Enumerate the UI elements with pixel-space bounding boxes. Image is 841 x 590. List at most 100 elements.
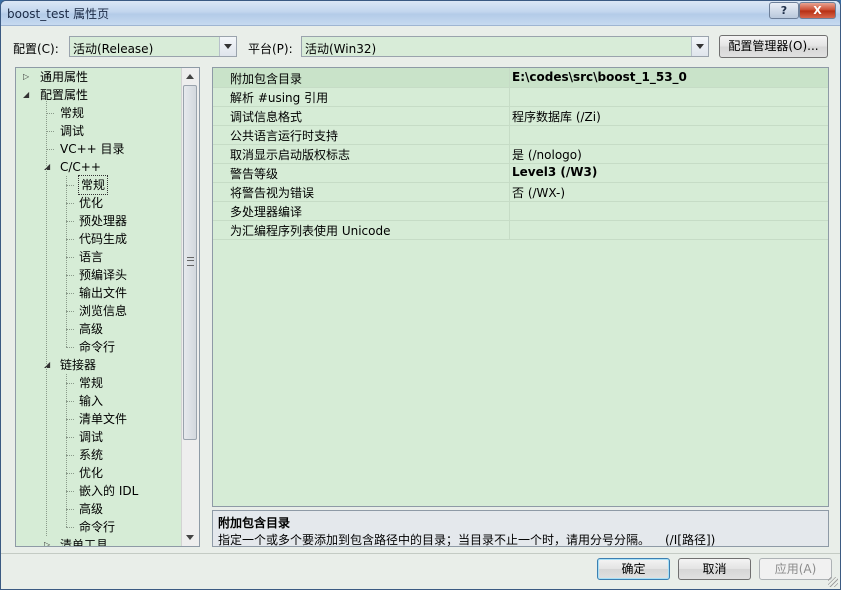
tree-item[interactable]: 高级: [79, 320, 103, 338]
help-button[interactable]: ?: [769, 2, 799, 19]
collapse-arrow-icon[interactable]: ◢: [44, 356, 50, 374]
grid-row[interactable]: 多处理器编译: [213, 201, 828, 221]
tree-item[interactable]: 高级: [79, 500, 103, 518]
grid-row[interactable]: 警告等级 Level3 (/W3): [213, 163, 828, 183]
expand-arrow-icon[interactable]: ▷: [44, 536, 50, 546]
tree-guide-line: [46, 113, 54, 114]
grid-row[interactable]: 解析 #using 引用: [213, 87, 828, 107]
resize-grip-icon[interactable]: [828, 577, 838, 587]
footer-divider: [1, 553, 840, 554]
tree-item-selected[interactable]: 常规: [77, 175, 109, 195]
tree-item[interactable]: 系统: [79, 446, 103, 464]
description-title: 附加包含目录: [218, 516, 291, 530]
tree-guide-line: [66, 374, 67, 527]
grid-row[interactable]: 将警告视为错误 否 (/WX-): [213, 182, 828, 202]
tree-item[interactable]: 语言: [79, 248, 103, 266]
tree-item[interactable]: 输入: [79, 392, 103, 410]
property-grid[interactable]: 附加包含目录 E:\codes\src\boost_1_53_0 解析 #using…: [212, 67, 829, 507]
property-value[interactable]: Level3 (/W3): [512, 165, 597, 179]
dialog-body: 配置(C): 活动(Release) 平台(P): 活动(Win32) 配置管理…: [1, 26, 840, 589]
property-name: 多处理器编译: [230, 205, 303, 219]
tree-item[interactable]: 命令行: [79, 518, 115, 536]
property-value[interactable]: E:\codes\src\boost_1_53_0: [512, 70, 687, 84]
scroll-thumb[interactable]: [183, 85, 197, 440]
tree-guide-line: [66, 329, 74, 330]
grid-row[interactable]: 附加包含目录 E:\codes\src\boost_1_53_0: [213, 68, 828, 88]
tree-scrollbar[interactable]: [181, 68, 199, 546]
tree-guide-line: [66, 383, 74, 384]
grid-row[interactable]: 调试信息格式 程序数据库 (/Zi): [213, 106, 828, 126]
tree-item[interactable]: VC++ 目录: [60, 140, 125, 158]
scroll-down-icon[interactable]: [182, 529, 198, 546]
grip-icon: [187, 257, 194, 266]
tree-guide-line: [66, 275, 74, 276]
config-combo[interactable]: 活动(Release): [69, 36, 237, 57]
grid-row[interactable]: 公共语言运行时支持: [213, 125, 828, 145]
property-value[interactable]: 程序数据库 (/Zi): [512, 108, 601, 125]
ok-button[interactable]: 确定: [597, 558, 670, 580]
tree-guide-line: [66, 527, 74, 528]
column-separator: [509, 68, 510, 87]
tree-item[interactable]: 浏览信息: [79, 302, 127, 320]
tree-guide-line: [66, 257, 74, 258]
chevron-down-icon[interactable]: [219, 37, 236, 56]
tree-item[interactable]: 链接器: [60, 356, 96, 374]
tree-guide-line: [66, 437, 74, 438]
column-separator: [509, 163, 510, 182]
tree-item[interactable]: 通用属性: [40, 68, 88, 86]
tree-item[interactable]: 预处理器: [79, 212, 127, 230]
tree-item[interactable]: 代码生成: [79, 230, 127, 248]
tree-item[interactable]: 命令行: [79, 338, 115, 356]
tree-guide-line: [66, 185, 74, 186]
tree-item[interactable]: 常规: [60, 104, 84, 122]
tree-item[interactable]: 输出文件: [79, 284, 127, 302]
column-separator: [509, 182, 510, 201]
collapse-arrow-icon[interactable]: ◢: [23, 86, 29, 104]
description-switch: (/I[路径]): [665, 533, 716, 547]
tree-item[interactable]: 清单工具: [60, 536, 108, 546]
tree-guide-line: [46, 95, 47, 536]
collapse-arrow-icon[interactable]: ◢: [44, 158, 50, 176]
tree-item[interactable]: 常规: [79, 374, 103, 392]
tree-item[interactable]: 调试: [60, 122, 84, 140]
grid-row[interactable]: 取消显示启动版权标志 是 (/nologo): [213, 144, 828, 164]
property-name: 警告等级: [230, 167, 279, 181]
tree-guide-line: [46, 131, 54, 132]
property-value[interactable]: 否 (/WX-): [512, 184, 565, 201]
column-separator: [509, 201, 510, 220]
tree-guide-line: [66, 239, 74, 240]
apply-button[interactable]: 应用(A): [759, 558, 832, 580]
property-tree[interactable]: ▷ 通用属性 ◢ 配置属性 常规 调试 VC++ 目录 ◢ C/C++ 常规 优化 预处理器 代码生成语…: [15, 67, 200, 547]
property-value[interactable]: 是 (/nologo): [512, 146, 582, 163]
tree-item[interactable]: 优化: [79, 464, 103, 482]
tree-guide-line: [66, 311, 74, 312]
column-separator: [509, 106, 510, 125]
tree-item[interactable]: 调试: [79, 428, 103, 446]
expand-arrow-icon[interactable]: ▷: [23, 68, 29, 86]
title-bar[interactable]: boost_test 属性页 ? X: [1, 1, 840, 26]
configuration-manager-button[interactable]: 配置管理器(O)...: [719, 35, 828, 58]
tree-item[interactable]: C/C++: [60, 158, 101, 176]
platform-value: 活动(Win32): [305, 42, 377, 56]
property-name: 为汇编程序列表使用 Unicode: [230, 224, 391, 238]
tree-item[interactable]: 清单文件: [79, 410, 127, 428]
property-name: 附加包含目录: [230, 72, 303, 86]
tree-item[interactable]: 预编译头: [79, 266, 127, 284]
tree-guide-line: [66, 455, 74, 456]
chevron-down-icon[interactable]: [691, 37, 708, 56]
property-name: 调试信息格式: [230, 110, 303, 124]
column-separator: [509, 125, 510, 144]
cancel-button[interactable]: 取消: [678, 558, 751, 580]
grid-row[interactable]: 为汇编程序列表使用 Unicode: [213, 220, 828, 240]
scroll-up-icon[interactable]: [182, 68, 198, 85]
tree-guide-line: [66, 293, 74, 294]
tree-guide-line: [66, 419, 74, 420]
tree-item[interactable]: 优化: [79, 194, 103, 212]
tree-item[interactable]: 配置属性: [40, 86, 88, 104]
tree-guide-line: [66, 221, 74, 222]
tree-item[interactable]: 嵌入的 IDL: [79, 482, 138, 500]
platform-combo[interactable]: 活动(Win32): [301, 36, 709, 57]
config-value: 活动(Release): [73, 42, 154, 56]
close-button[interactable]: X: [799, 2, 836, 19]
column-separator: [509, 87, 510, 106]
